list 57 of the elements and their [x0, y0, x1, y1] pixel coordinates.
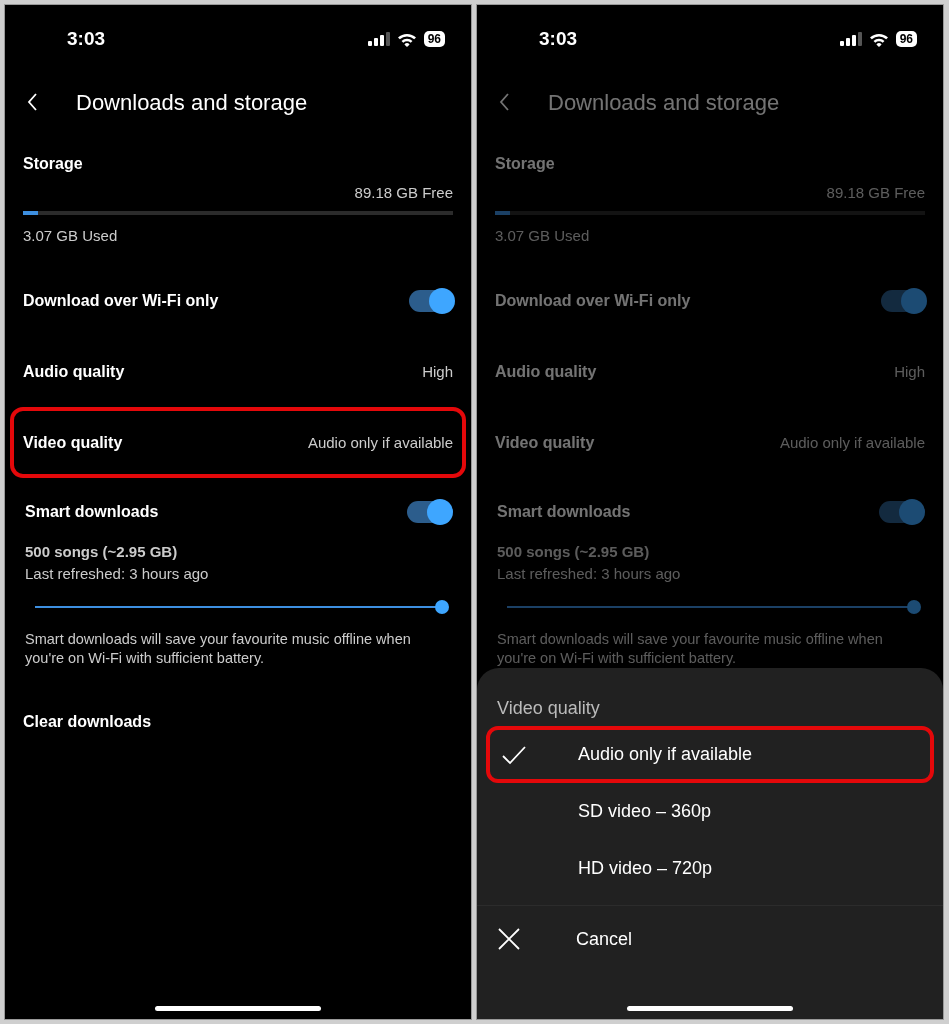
wifi-icon [396, 31, 417, 47]
wifi-icon [868, 31, 889, 47]
setting-value: Audio only if available [779, 432, 925, 453]
description-text: Smart downloads will save your favourite music offline when you're on Wi-Fi with sufficient battery. [497, 630, 884, 668]
song-count: 500 songs (~2.95 GB) [25, 542, 178, 562]
signal-icon [839, 32, 862, 46]
check-icon [502, 744, 526, 765]
toggle-switch[interactable] [409, 289, 453, 312]
settings-row[interactable]: Audio quality High [482, 336, 938, 407]
slider-handle[interactable] [907, 600, 921, 614]
storage-free: 89.18 GB Free [354, 184, 453, 201]
settings-row[interactable]: Video quality Audio only if available [482, 407, 938, 478]
status-time: 3:03 [539, 26, 578, 51]
battery-level: 96 [423, 31, 445, 47]
storage-used: 3.07 GB Used [23, 226, 118, 246]
last-refreshed: Last refreshed: 3 hours ago [497, 564, 682, 584]
setting-label: Audio quality [495, 361, 597, 382]
sheet-title: Video quality [496, 697, 601, 720]
section-label: Storage [23, 154, 84, 174]
song-count: 500 songs (~2.95 GB) [497, 542, 650, 562]
setting-label: Audio quality [23, 361, 125, 382]
setting-value: High [894, 361, 925, 382]
quality-option[interactable]: Audio only if available [486, 726, 934, 783]
storage-free: 89.18 GB Free [826, 184, 925, 201]
slider-handle[interactable] [435, 600, 449, 614]
settings-row[interactable]: Video quality Audio only if available [10, 407, 466, 478]
section-label: Smart downloads [497, 502, 631, 522]
toggle-switch[interactable] [881, 289, 925, 312]
setting-value: Audio only if available [307, 432, 453, 453]
setting-label: Download over Wi-Fi only [495, 290, 691, 311]
settings-row[interactable]: Audio quality High [10, 336, 466, 407]
battery-level: 96 [895, 31, 917, 47]
page-title: Downloads and storage [76, 88, 308, 117]
settings-row[interactable]: Download over Wi-Fi only [10, 265, 466, 336]
last-refreshed: Last refreshed: 3 hours ago [25, 564, 210, 584]
description-text: Smart downloads will save your favourite music offline when you're on Wi-Fi with sufficient battery. [25, 630, 412, 668]
status-time: 3:03 [67, 26, 106, 51]
setting-label: Video quality [23, 432, 123, 453]
page-title: Downloads and storage [548, 88, 780, 117]
toggle-switch[interactable] [407, 501, 451, 523]
toggle-switch[interactable] [879, 501, 923, 523]
settings-row[interactable]: Download over Wi-Fi only [482, 265, 938, 336]
back-button[interactable] [27, 93, 38, 111]
section-label: Smart downloads [25, 502, 159, 522]
clear-downloads-button[interactable]: Clear downloads [23, 710, 152, 734]
quality-option[interactable]: SD video – 360p [486, 783, 934, 840]
setting-label: Video quality [495, 432, 595, 453]
setting-label: Download over Wi-Fi only [23, 290, 219, 311]
section-label: Storage [495, 154, 556, 174]
back-icon [499, 93, 510, 111]
quality-option[interactable]: HD video – 720p [486, 840, 934, 897]
back-icon [27, 93, 38, 111]
storage-used: 3.07 GB Used [495, 226, 590, 246]
close-icon [498, 928, 520, 950]
signal-icon [367, 32, 390, 46]
cancel-button[interactable]: Cancel [477, 906, 943, 972]
setting-value: High [422, 361, 453, 382]
